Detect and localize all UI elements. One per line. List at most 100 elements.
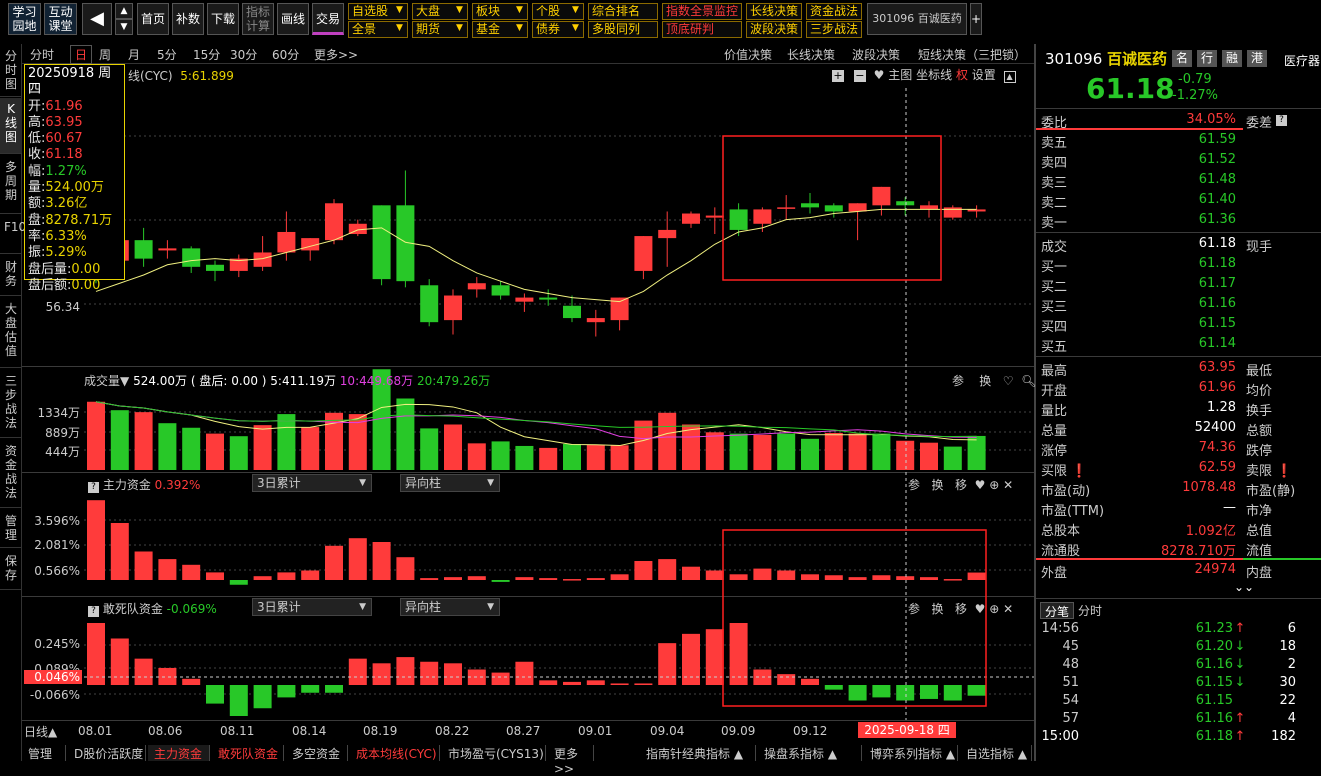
bottom-tab-6[interactable]: 市场盈亏(CYS13)	[442, 745, 546, 761]
param-button[interactable]: 参	[908, 602, 920, 616]
dare-fund-style-select[interactable]: 异向柱 ▼	[400, 598, 500, 616]
candle	[182, 248, 201, 267]
main-fund-period-select[interactable]: 3日累计 ▼	[252, 474, 372, 492]
candle	[872, 186, 891, 206]
buy-row[interactable]: 买四 61.15	[1041, 316, 1321, 336]
param-button[interactable]: 参	[952, 374, 964, 388]
candle	[563, 305, 581, 319]
volume-y-label: 444万	[45, 445, 80, 459]
search-icon[interactable]: ⊕	[989, 478, 999, 492]
volume-bar	[967, 435, 986, 470]
candle	[705, 215, 724, 218]
current-value-label: 0.046%	[24, 670, 82, 684]
volume-bar	[753, 434, 772, 470]
param-button[interactable]: 参	[908, 478, 920, 492]
main-fund-bar	[753, 568, 772, 580]
move-button[interactable]: 移	[955, 478, 967, 492]
stat-row: 量比 1.28 换手	[1041, 400, 1273, 419]
bottom-tab-8[interactable]: 指南针经典指标 ▲	[640, 745, 756, 761]
volume-bar	[110, 410, 129, 470]
tick-row: 57 61.16 ↑ 4	[1062, 711, 1296, 726]
candle	[491, 285, 510, 296]
stat-row: 涨停 74.36 跌停	[1041, 440, 1273, 459]
fund-y-label: 0.566%	[34, 564, 80, 578]
heart-icon[interactable]: ♥	[975, 602, 986, 616]
dare-fund-bar	[967, 685, 986, 696]
stock-tag-1[interactable]: 行	[1197, 50, 1217, 67]
dare-fund-bar	[777, 674, 796, 685]
volume-title[interactable]: 成交量▼	[84, 374, 129, 388]
bottom-tab-0[interactable]: 管理	[22, 745, 66, 761]
sell-row[interactable]: 卖三 61.48	[1041, 172, 1321, 192]
sell-row[interactable]: 卖二 61.40	[1041, 192, 1321, 212]
buy-row[interactable]: 买一 61.18	[1041, 256, 1321, 276]
fund-y-label: 2.081%	[34, 538, 80, 552]
sell-row[interactable]: 卖一 61.36	[1041, 212, 1321, 232]
bottom-tab-9[interactable]: 操盘系指标 ▲	[758, 745, 862, 761]
main-fund-bar	[872, 575, 891, 580]
main-fund-bar	[348, 538, 367, 580]
stock-tag-2[interactable]: 融	[1222, 50, 1242, 67]
stock-tag-0[interactable]: 名	[1172, 50, 1192, 67]
dare-fund-bar	[943, 685, 962, 701]
period-selector[interactable]: 日线▲	[24, 723, 57, 740]
dare-fund-period-select[interactable]: 3日累计 ▼	[252, 598, 372, 616]
help-icon[interactable]: ?	[1276, 115, 1287, 126]
question-icon[interactable]: ?	[88, 606, 99, 617]
tab-timeshare[interactable]: 分时	[1078, 602, 1102, 619]
x-date-label: 08.06	[148, 724, 183, 738]
search-icon[interactable]: 🔍︎	[1021, 374, 1036, 388]
bottom-tab-10[interactable]: 博弈系列指标 ▲	[864, 745, 958, 761]
main-fund-bar	[943, 579, 962, 581]
sell-row[interactable]: 卖四 61.52	[1041, 152, 1321, 172]
heart-icon[interactable]: ♡	[1003, 374, 1014, 388]
main-fund-bar	[658, 559, 677, 580]
bottom-tab-2[interactable]: 主力资金	[148, 745, 210, 761]
industry-label[interactable]: 医疗器	[1284, 52, 1320, 69]
main-fund-bar	[539, 578, 558, 580]
dare-fund-bar	[372, 663, 391, 685]
fund-y-label: 3.596%	[34, 514, 80, 528]
bottom-tab-7[interactable]: 更多>>	[548, 745, 594, 776]
dare-fund-bar	[158, 667, 177, 685]
heart-icon[interactable]: ♥	[975, 478, 986, 492]
stock-tag-3[interactable]: 港	[1247, 50, 1267, 67]
move-button[interactable]: 移	[955, 602, 967, 616]
bottom-tab-4[interactable]: 多空资金	[286, 745, 348, 761]
dare-fund-bar	[110, 638, 129, 685]
volume-bar	[301, 427, 320, 470]
main-fund-bar	[372, 542, 391, 580]
main-fund-style-select[interactable]: 异向柱 ▼	[400, 474, 500, 492]
main-fund-bar	[444, 577, 462, 580]
search-icon[interactable]: ⊕	[989, 602, 999, 616]
candle	[420, 285, 439, 323]
close-icon[interactable]: ✕	[1003, 602, 1013, 616]
sell-row[interactable]: 卖五 61.59	[1041, 132, 1321, 152]
buy-row[interactable]: 买五 61.14	[1041, 336, 1321, 356]
bottom-tab-1[interactable]: D股价活跃度	[68, 745, 146, 761]
main-fund-bar	[610, 574, 629, 580]
switch-button[interactable]: 换	[931, 602, 943, 616]
dare-fund-bar	[920, 685, 938, 699]
bottom-tab-11[interactable]: 自选指标 ▲	[960, 745, 1032, 761]
volume-bar	[325, 412, 343, 470]
main-fund-bar	[134, 551, 153, 580]
bottom-tab-3[interactable]: 敢死队资金	[212, 745, 284, 761]
question-icon[interactable]: ?	[88, 482, 99, 493]
volume-bar	[206, 433, 224, 470]
main-fund-bar	[229, 580, 248, 585]
switch-button[interactable]: 换	[931, 478, 943, 492]
volume-bar	[158, 423, 177, 470]
dare-fund-bar	[586, 680, 605, 685]
main-fund-bar	[682, 566, 700, 580]
tab-ticks[interactable]: 分笔	[1040, 602, 1074, 619]
switch-button[interactable]: 换	[979, 374, 991, 388]
main-fund-bar	[301, 570, 320, 580]
stat-row: 市盈(动) 1078.48 市盈(静)	[1041, 480, 1296, 499]
bottom-tab-5[interactable]: 成本均线(CYC)	[350, 745, 440, 761]
buy-row[interactable]: 买三 61.16	[1041, 296, 1321, 316]
dare-fund-bar	[277, 685, 296, 698]
buy-row[interactable]: 买二 61.17	[1041, 276, 1321, 296]
close-icon[interactable]: ✕	[1003, 478, 1013, 492]
expand-icon[interactable]: ⌄⌄	[1234, 580, 1254, 594]
